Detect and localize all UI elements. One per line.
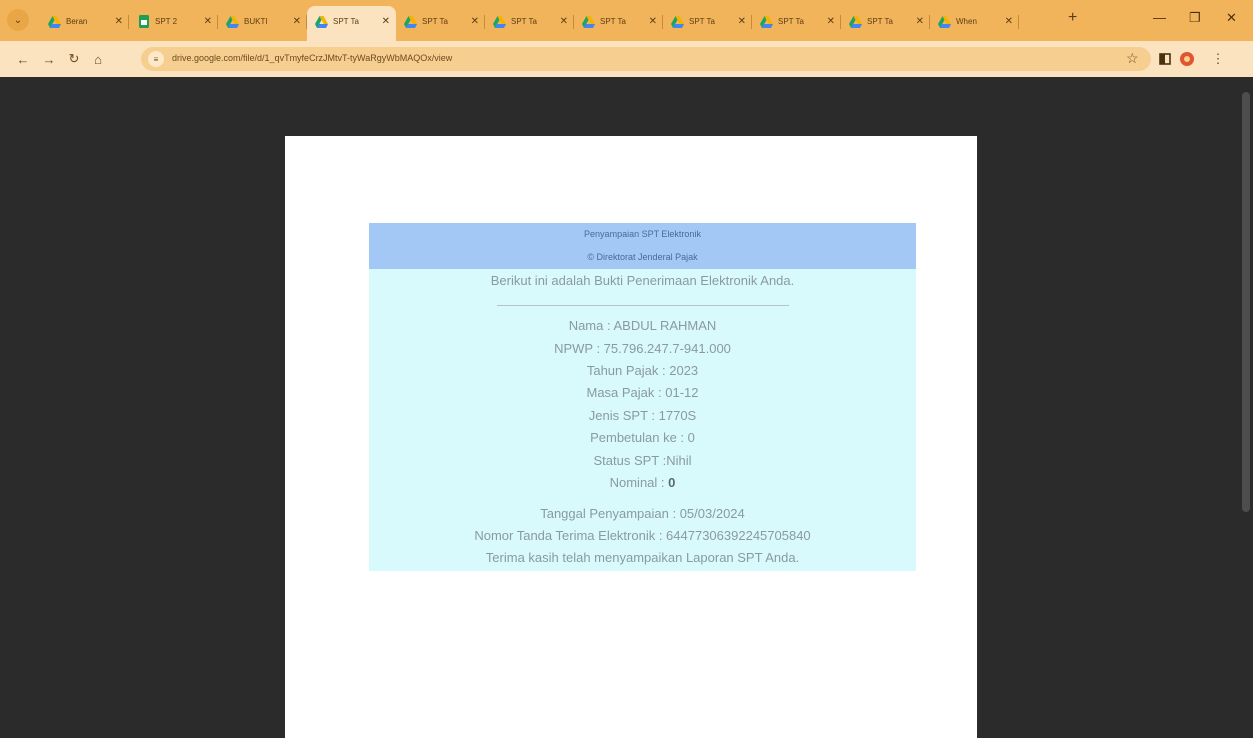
tab-close-icon[interactable]: ✕ <box>115 16 123 27</box>
browser-tab[interactable]: Beran ✕ <box>40 6 129 37</box>
browser-tab[interactable]: SPT 2 ✕ <box>129 6 218 37</box>
tab-title: SPT Ta <box>422 17 448 26</box>
tab-title: When <box>956 17 977 26</box>
url-text[interactable]: drive.google.com/file/d/1_qvTmyfeCrzJMtv… <box>172 53 452 63</box>
tab-close-icon[interactable]: ✕ <box>827 16 835 27</box>
site-info-icon[interactable]: ≡ <box>148 51 164 67</box>
tab-title: SPT Ta <box>689 17 715 26</box>
tab-title: Beran <box>66 17 88 26</box>
tab-close-icon[interactable]: ✕ <box>649 16 657 27</box>
receipt-body: Berikut ini adalah Bukti Penerimaan Elek… <box>369 269 916 571</box>
tab-close-icon[interactable]: ✕ <box>560 16 568 27</box>
receipt-nominal: Nominal : 0 <box>369 475 916 490</box>
browser-tab[interactable]: SPT Ta ✕ <box>396 6 485 37</box>
tab-title: SPT Ta <box>600 17 626 26</box>
receipt-header: Penyampaian SPT Elektronik © Direktorat … <box>369 223 916 269</box>
google-drive-icon <box>48 15 61 28</box>
receipt-jenis-spt: Jenis SPT : 1770S <box>588 408 697 423</box>
scrollbar-thumb[interactable] <box>1242 92 1250 512</box>
browser-tab[interactable]: SPT Ta ✕ <box>574 6 663 37</box>
browser-menu-icon[interactable]: ⋮ <box>1209 50 1227 68</box>
google-drive-icon <box>582 15 595 28</box>
browser-tab[interactable]: SPT Ta ✕ <box>663 6 752 37</box>
google-sheets-icon <box>137 15 150 28</box>
tab-title: SPT Ta <box>511 17 537 26</box>
home-icon[interactable]: ⌂ <box>89 50 107 68</box>
tab-close-icon[interactable]: ✕ <box>738 16 746 27</box>
google-drive-icon <box>760 15 773 28</box>
receipt-nomor-tanda-terima: Nomor Tanda Terima Elektronik : 64477306… <box>474 528 811 543</box>
tab-search-chevron-icon[interactable]: ⌄ <box>7 9 29 31</box>
google-drive-icon <box>226 15 239 28</box>
browser-tab[interactable]: BUKTI ✕ <box>218 6 307 37</box>
forward-icon[interactable]: → <box>40 50 58 68</box>
nominal-value: 0 <box>668 475 676 490</box>
receipt-intro: Berikut ini adalah Bukti Penerimaan Elek… <box>490 273 795 288</box>
receipt-header-title: Penyampaian SPT Elektronik <box>584 229 701 239</box>
tab-close-icon[interactable]: ✕ <box>204 16 212 27</box>
tab-title: SPT 2 <box>155 17 178 26</box>
google-drive-icon <box>493 15 506 28</box>
receipt-npwp: NPWP : 75.796.247.7-941.000 <box>554 341 731 356</box>
google-drive-icon <box>849 15 862 28</box>
receipt-header-copyright: © Direktorat Jenderal Pajak <box>587 252 698 262</box>
side-panel-icon[interactable] <box>1156 50 1174 68</box>
tab-title: SPT Ta <box>867 17 893 26</box>
receipt-tahun-pajak: Tahun Pajak : 2023 <box>586 363 699 378</box>
restore-icon[interactable]: ❐ <box>1189 10 1201 26</box>
receipt-divider <box>497 305 789 306</box>
bookmark-star-icon[interactable]: ☆ <box>1126 50 1139 67</box>
google-drive-icon <box>315 15 328 28</box>
minimize-icon[interactable]: — <box>1153 10 1166 25</box>
tab-close-icon[interactable]: ✕ <box>1005 16 1013 27</box>
new-tab-plus-icon[interactable]: + <box>1068 9 1077 27</box>
tab-close-icon[interactable]: ✕ <box>382 16 390 27</box>
tab-title: SPT Ta <box>778 17 804 26</box>
tab-title: SPT Ta <box>333 17 359 26</box>
browser-tab[interactable]: SPT Ta ✕ <box>485 6 574 37</box>
browser-tab[interactable]: SPT Ta ✕ <box>841 6 930 37</box>
browser-tab[interactable]: SPT Ta ✕ <box>752 6 841 37</box>
receipt-closing: Terima kasih telah menyampaikan Laporan … <box>485 550 800 565</box>
close-window-icon[interactable]: ✕ <box>1226 10 1237 26</box>
back-icon[interactable]: ← <box>14 50 32 68</box>
receipt-nama: Nama : ABDUL RAHMAN <box>568 318 717 333</box>
google-drive-icon <box>671 15 684 28</box>
profile-avatar[interactable] <box>1178 50 1196 68</box>
tab-close-icon[interactable]: ✕ <box>293 16 301 27</box>
tab-title: BUKTI <box>244 17 268 26</box>
browser-tab[interactable]: When ✕ <box>930 6 1019 37</box>
google-drive-icon <box>404 15 417 28</box>
tab-close-icon[interactable]: ✕ <box>471 16 479 27</box>
tab-close-icon[interactable]: ✕ <box>916 16 924 27</box>
nominal-label: Nominal : <box>609 475 669 490</box>
receipt-status-spt: Status SPT :Nihil <box>593 453 692 468</box>
receipt-pembetulan: Pembetulan ke : 0 <box>590 430 695 445</box>
tab-list: Beran ✕ SPT 2 ✕ BUKTI ✕ SPT Ta ✕ SPT Ta ✕ SPT Ta ✕ S… <box>40 6 1019 41</box>
reload-icon[interactable]: ↻ <box>65 50 83 68</box>
receipt-tanggal: Tanggal Penyampaian : 05/03/2024 <box>540 506 745 521</box>
browser-tab[interactable]: SPT Ta ✕ <box>307 6 396 41</box>
google-drive-icon <box>938 15 951 28</box>
receipt-masa-pajak: Masa Pajak : 01-12 <box>586 385 699 400</box>
